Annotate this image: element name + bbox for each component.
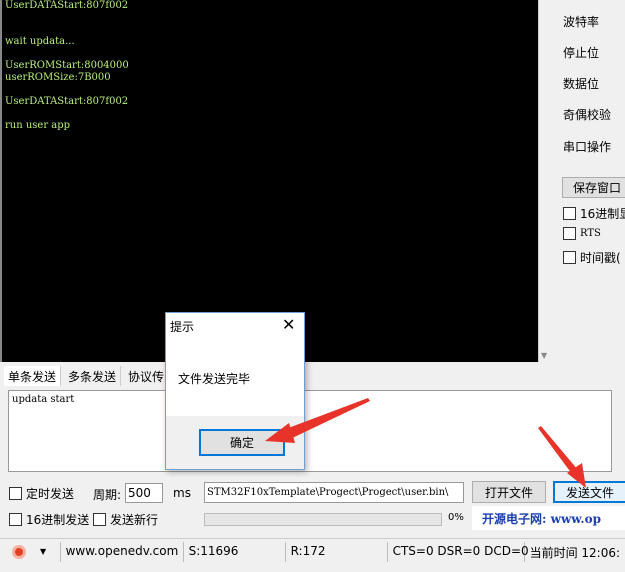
arrow-to-ok [265, 398, 370, 443]
annotation-arrows [265, 398, 586, 488]
arrow-to-send-file [538, 426, 586, 488]
